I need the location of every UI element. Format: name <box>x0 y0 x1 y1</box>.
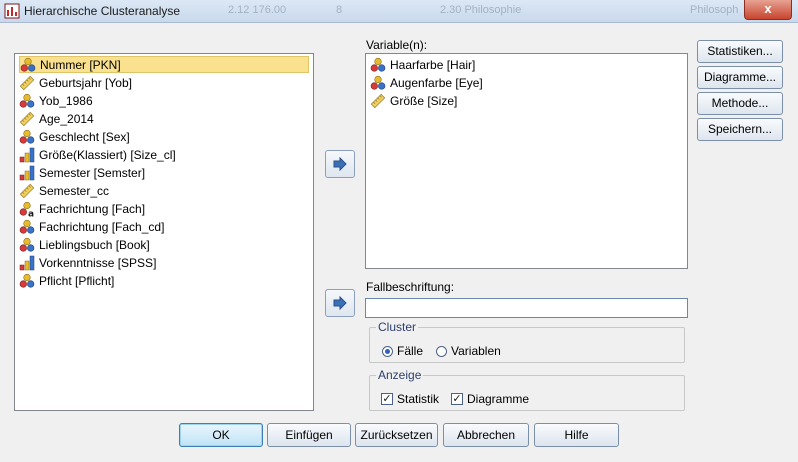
source-list-item[interactable]: Semester_cc <box>19 182 309 199</box>
list-item-label: Nummer [PKN] <box>40 57 121 72</box>
cluster-group-title: Cluster <box>376 320 419 334</box>
arrow-right-icon <box>333 296 347 310</box>
source-list-item[interactable]: Lieblingsbuch [Book] <box>19 236 309 253</box>
display-group-title: Anzeige <box>376 368 424 382</box>
background-text-2: 8 <box>336 4 343 16</box>
plots-checkbox-label: Diagramme <box>467 392 530 406</box>
window-title: Hierarchische Clusteranalyse <box>24 4 181 18</box>
radio-cases-label: Fälle <box>397 344 424 358</box>
paste-button[interactable]: Einfügen <box>267 423 351 447</box>
close-button[interactable]: x <box>744 0 792 20</box>
variables-list-item[interactable]: Größe [Size] <box>370 92 683 109</box>
scale-icon <box>19 111 35 127</box>
list-item-label: Geschlecht [Sex] <box>39 129 130 144</box>
source-variable-list[interactable]: Nummer [PKN] Geburtsjahr [Yob] Yob_1986 … <box>14 53 314 411</box>
title-bar: Hierarchische Clusteranalyse 2.12 176.00… <box>0 0 798 23</box>
cancel-button[interactable]: Abbrechen <box>443 423 529 447</box>
list-item-label: Semester [Semster] <box>39 165 146 180</box>
ordinal-icon <box>19 165 35 181</box>
source-list-item[interactable]: Größe(Klassiert) [Size_cl] <box>19 146 309 163</box>
list-item-label: Semester_cc <box>39 183 110 198</box>
variables-list[interactable]: Haarfarbe [Hair] Augenfarbe [Eye] Größe … <box>365 53 688 269</box>
variables-label: Variable(n): <box>366 38 428 52</box>
nominal-icon <box>20 57 36 73</box>
ordinal-icon <box>19 255 35 271</box>
nominal-icon <box>370 57 386 73</box>
close-icon: x <box>764 1 772 16</box>
background-text-3: 2.30 Philosophie <box>440 4 522 16</box>
radio-cases[interactable]: Fälle <box>382 344 423 358</box>
scale-icon <box>370 93 386 109</box>
list-item-label: Vorkenntnisse [SPSS] <box>39 255 157 270</box>
statistics-checkbox-label: Statistik <box>397 392 440 406</box>
list-item-label: Yob_1986 <box>39 93 93 108</box>
display-group: Anzeige ✓ Statistik ✓ Diagramme <box>369 368 685 411</box>
checkbox-checked[interactable]: ✓ <box>381 393 393 405</box>
ok-button[interactable]: OK <box>179 423 263 447</box>
source-list-item[interactable]: Geschlecht [Sex] <box>19 128 309 145</box>
source-list-item[interactable]: Vorkenntnisse [SPSS] <box>19 254 309 271</box>
scale-icon <box>19 75 35 91</box>
source-list-item[interactable]: Nummer [PKN] <box>19 56 309 73</box>
background-text-4: Philosoph <box>690 4 739 16</box>
list-item-label: Größe [Size] <box>390 93 458 108</box>
move-to-variables-button[interactable] <box>325 150 355 178</box>
method-button[interactable]: Methode... <box>697 92 783 115</box>
nominal-string-icon: a <box>19 201 35 219</box>
ordinal-icon <box>19 147 35 163</box>
nominal-icon <box>19 219 35 235</box>
arrow-right-icon <box>333 157 347 171</box>
checkbox-checked[interactable]: ✓ <box>451 393 463 405</box>
list-item-label: Pflicht [Pflicht] <box>39 273 115 288</box>
statistics-button[interactable]: Statistiken... <box>697 40 783 63</box>
statistics-checkbox[interactable]: ✓ Statistik <box>381 392 439 406</box>
list-item-label: Fachrichtung [Fach_cd] <box>39 219 165 234</box>
variables-list-item[interactable]: Haarfarbe [Hair] <box>370 56 683 73</box>
background-text-1: 2.12 176.00 <box>228 4 287 16</box>
reset-button[interactable]: Zurücksetzen <box>355 423 438 447</box>
list-item-label: Geburtsjahr [Yob] <box>39 75 132 90</box>
list-item-label: Lieblingsbuch [Book] <box>39 237 150 252</box>
list-item-label: Größe(Klassiert) [Size_cl] <box>39 147 176 162</box>
case-label-label: Fallbeschriftung: <box>366 280 455 294</box>
nominal-icon <box>19 237 35 253</box>
list-item-label: Age_2014 <box>39 111 94 126</box>
variables-list-item[interactable]: Augenfarbe [Eye] <box>370 74 683 91</box>
dialog-window: Hierarchische Clusteranalyse 2.12 176.00… <box>0 0 798 462</box>
svg-text:a: a <box>28 209 34 217</box>
nominal-icon <box>370 75 386 91</box>
nominal-icon <box>19 129 35 145</box>
plots-checkbox[interactable]: ✓ Diagramme <box>451 392 529 406</box>
source-list-item[interactable]: Age_2014 <box>19 110 309 127</box>
save-button[interactable]: Speichern... <box>697 118 783 141</box>
radio-variables[interactable]: Variablen <box>436 344 501 358</box>
move-to-case-label-button[interactable] <box>325 289 355 317</box>
source-list-item[interactable]: Geburtsjahr [Yob] <box>19 74 309 91</box>
nominal-icon <box>19 93 35 109</box>
help-button[interactable]: Hilfe <box>534 423 619 447</box>
nominal-icon <box>19 273 35 289</box>
scale-icon <box>19 183 35 199</box>
source-list-item[interactable]: a Fachrichtung [Fach] <box>19 200 309 219</box>
source-list-item[interactable]: Pflicht [Pflicht] <box>19 272 309 289</box>
radio-button[interactable] <box>436 345 447 357</box>
source-list-item[interactable]: Yob_1986 <box>19 92 309 109</box>
cluster-group: Cluster Fälle Variablen <box>369 320 685 363</box>
case-label-field[interactable] <box>365 298 688 318</box>
spss-app-icon <box>4 3 20 19</box>
radio-variables-label: Variablen <box>451 344 501 358</box>
plots-button[interactable]: Diagramme... <box>697 66 783 89</box>
radio-button-selected[interactable] <box>382 345 393 357</box>
list-item-label: Fachrichtung [Fach] <box>39 201 146 216</box>
list-item-label: Haarfarbe [Hair] <box>390 57 476 72</box>
source-list-item[interactable]: Fachrichtung [Fach_cd] <box>19 218 309 235</box>
source-list-item[interactable]: Semester [Semster] <box>19 164 309 181</box>
list-item-label: Augenfarbe [Eye] <box>390 75 483 90</box>
